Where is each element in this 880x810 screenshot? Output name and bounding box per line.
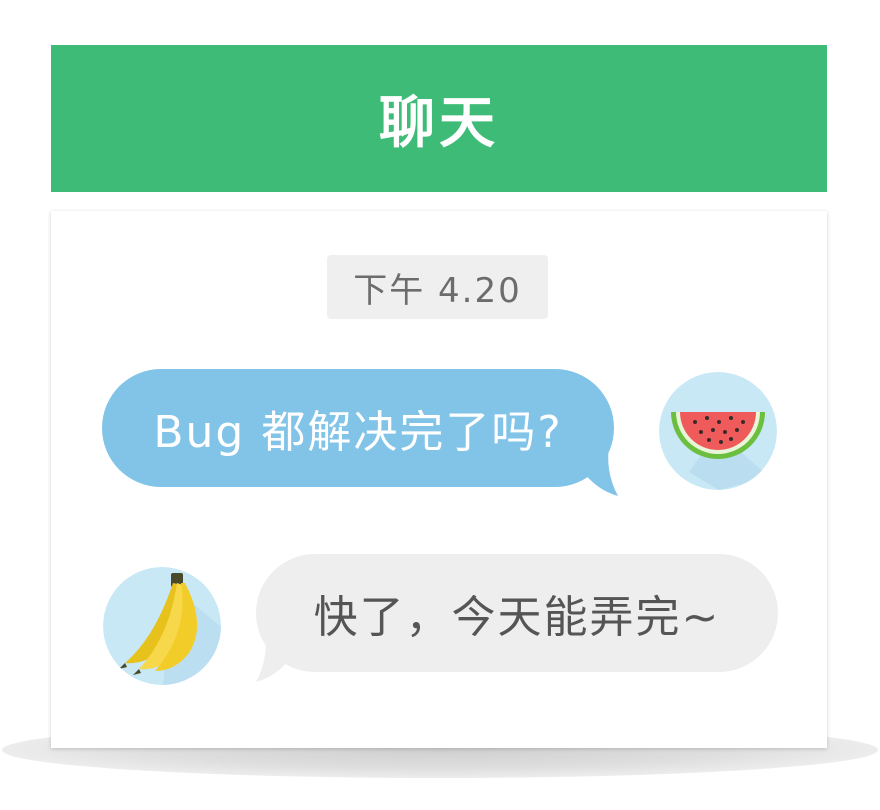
message-bubble-received[interactable]: 快了，今天能弄完~ [256,554,778,672]
page-title: 聊天 [379,91,499,156]
banana-icon [103,567,221,685]
watermelon-icon [659,372,777,490]
avatar-watermelon[interactable] [659,372,777,490]
message-bubble-sent[interactable]: Bug 都解决完了吗? [102,369,614,487]
avatar-banana[interactable] [103,567,221,685]
timestamp-badge: 下午 4.20 [327,255,548,319]
chat-header: 聊天 [51,45,827,192]
